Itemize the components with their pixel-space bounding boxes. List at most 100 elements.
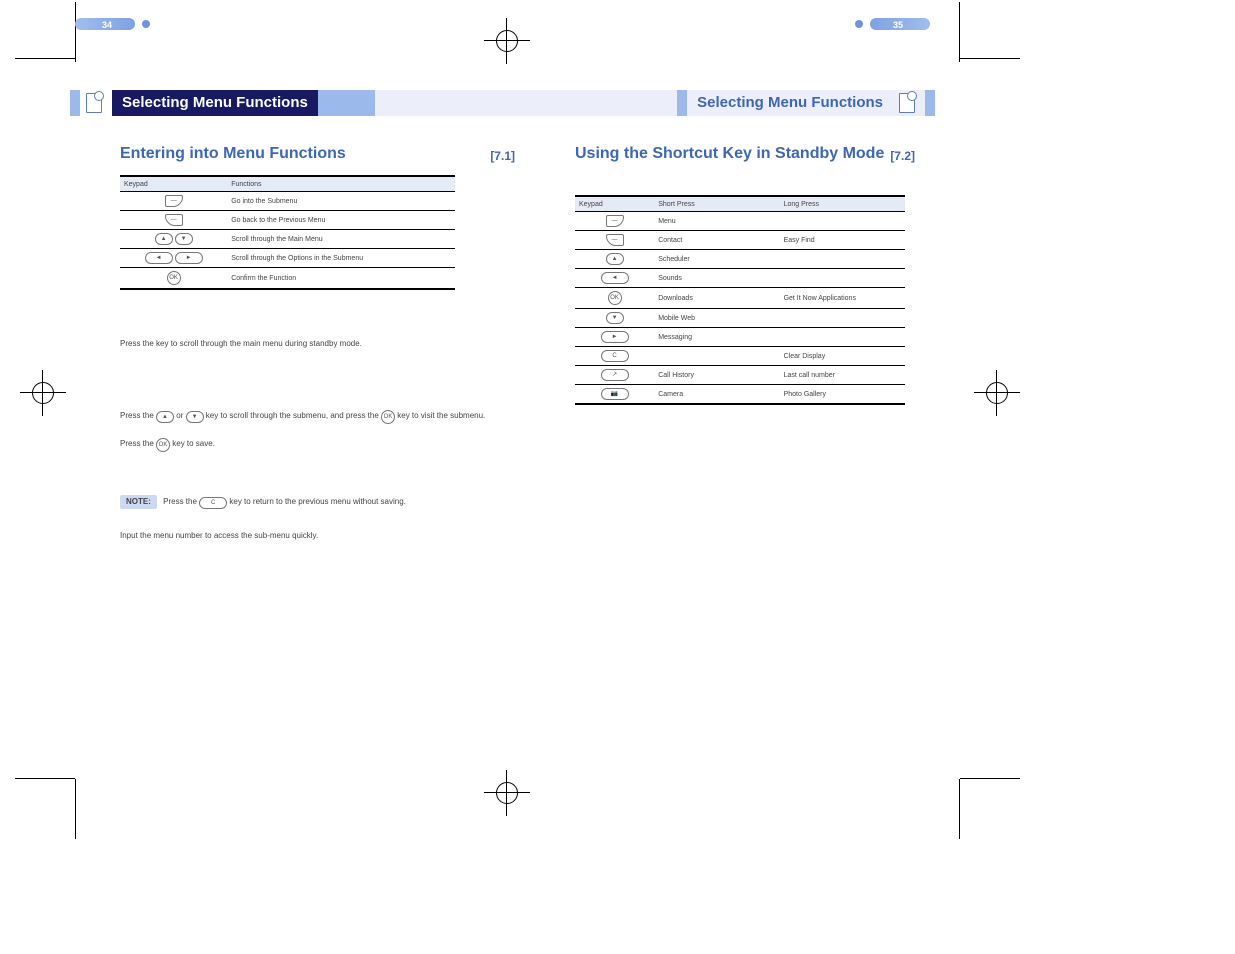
registration-mark [484, 18, 530, 64]
key-function-table: Keypad Functions — Go into the Submenu —… [120, 175, 455, 290]
shortcut-key-table: Keypad Short Press Long Press — Menu — C… [575, 195, 905, 405]
th-functions: Functions [227, 176, 455, 192]
chapter-tab-left: Selecting Menu Functions [70, 90, 318, 116]
chapter-title: Selecting Menu Functions [112, 90, 318, 116]
soft-left-icon: — [606, 215, 624, 227]
th-short-press: Short Press [654, 196, 779, 212]
table-row: ▼ Mobile Web [575, 309, 905, 328]
clear-icon: C [199, 497, 227, 509]
cell-keypad: — [120, 192, 227, 211]
send-icon: ↗ [601, 369, 629, 381]
cell-keypad: ▲ [575, 250, 654, 269]
table-row: 📷 Camera Photo Gallery [575, 385, 905, 405]
cell-long-press: Get It Now Applications [780, 288, 905, 309]
table-row: ↗ Call History Last call number [575, 366, 905, 385]
right-icon: ► [175, 252, 203, 264]
table-row: C Clear Display [575, 347, 905, 366]
cell-keypad: ▼ [575, 309, 654, 328]
table-row: ► Messaging [575, 328, 905, 347]
camera-icon: 📷 [601, 388, 629, 400]
table-row: ▲ Scheduler [575, 250, 905, 269]
crop-mark [959, 779, 960, 839]
cell-keypad: ◄ ► [120, 249, 227, 268]
right-icon: ► [601, 331, 629, 343]
cell-keypad: ↗ [575, 366, 654, 385]
registration-mark [20, 370, 66, 416]
cell-function: Scroll through the Main Menu [227, 230, 455, 249]
cell-long-press [780, 328, 905, 347]
cell-short-press: Menu [654, 212, 779, 231]
section-number: [7.1] [490, 149, 515, 163]
section-title: Entering into Menu Functions [120, 145, 346, 162]
soft-right-icon: — [606, 234, 624, 246]
th-keypad: Keypad [120, 176, 227, 192]
up-icon: ▲ [606, 253, 624, 265]
ok-icon: OK [608, 291, 622, 305]
table-row: — Go into the Submenu [120, 192, 455, 211]
cell-keypad: — [575, 231, 654, 250]
chapter-title: Selecting Menu Functions [687, 90, 893, 116]
cell-keypad: ► [575, 328, 654, 347]
ok-icon: OK [156, 438, 170, 452]
crop-mark [75, 779, 76, 839]
cell-function: Scroll through the Options in the Submen… [227, 249, 455, 268]
cell-keypad: ◄ [575, 269, 654, 288]
chapter-tab-right: Selecting Menu Functions [677, 90, 935, 116]
crop-mark [959, 2, 960, 62]
cell-short-press: Call History [654, 366, 779, 385]
table-row: ▲ ▼ Scroll through the Main Menu [120, 230, 455, 249]
cell-short-press: Scheduler [654, 250, 779, 269]
section-number: [7.2] [890, 149, 915, 163]
cell-long-press: Photo Gallery [780, 385, 905, 405]
table-row: — Contact Easy Find [575, 231, 905, 250]
crop-mark [75, 2, 76, 62]
registration-mark [974, 370, 1020, 416]
crop-mark [15, 778, 75, 779]
cell-short-press: Contact [654, 231, 779, 250]
cell-keypad: OK [575, 288, 654, 309]
instruction-para-1: Press the key to scroll through the main… [120, 338, 500, 350]
instruction-para-3: Input the menu number to access the sub-… [120, 530, 500, 542]
cell-long-press [780, 250, 905, 269]
page-number: 35 [893, 20, 903, 30]
ok-icon: OK [167, 271, 181, 285]
table-row: — Go back to the Previous Menu [120, 211, 455, 230]
page-number: 34 [102, 20, 112, 30]
cell-long-press [780, 269, 905, 288]
instruction-para-2: Press the ▲ or ▼ key to scroll through t… [120, 410, 500, 452]
cell-function: Go into the Submenu [227, 192, 455, 211]
table-row: OK Downloads Get It Now Applications [575, 288, 905, 309]
page-dot [855, 20, 863, 28]
doc-icon [899, 93, 915, 113]
cell-keypad: OK [120, 268, 227, 290]
left-icon: ◄ [145, 252, 173, 264]
table-row: ◄ ► Scroll through the Options in the Su… [120, 249, 455, 268]
section-heading-7-2: Using the Shortcut Key in Standby Mode [… [575, 145, 915, 163]
down-icon: ▼ [175, 233, 193, 245]
th-long-press: Long Press [780, 196, 905, 212]
table-row: ◄ Sounds [575, 269, 905, 288]
cell-long-press [780, 309, 905, 328]
cell-keypad: — [120, 211, 227, 230]
th-keypad: Keypad [575, 196, 654, 212]
clr-icon: C [601, 350, 629, 362]
up-icon: ▲ [156, 411, 174, 423]
cell-long-press: Clear Display [780, 347, 905, 366]
cell-short-press: Downloads [654, 288, 779, 309]
ok-icon: OK [381, 410, 395, 424]
note-label: NOTE: [120, 495, 157, 509]
section-title: Using the Shortcut Key in Standby Mode [575, 145, 884, 162]
cell-long-press [780, 212, 905, 231]
table-row: OK Confirm the Function [120, 268, 455, 290]
cell-long-press: Last call number [780, 366, 905, 385]
down-icon: ▼ [186, 411, 204, 423]
section-heading-7-1: Entering into Menu Functions [7.1] [120, 145, 515, 163]
cell-keypad: C [575, 347, 654, 366]
cell-short-press: Sounds [654, 269, 779, 288]
left-icon: ◄ [601, 272, 629, 284]
cell-short-press: Mobile Web [654, 309, 779, 328]
cell-short-press: Messaging [654, 328, 779, 347]
cell-keypad: — [575, 212, 654, 231]
cell-short-press [654, 347, 779, 366]
registration-mark [484, 770, 530, 816]
